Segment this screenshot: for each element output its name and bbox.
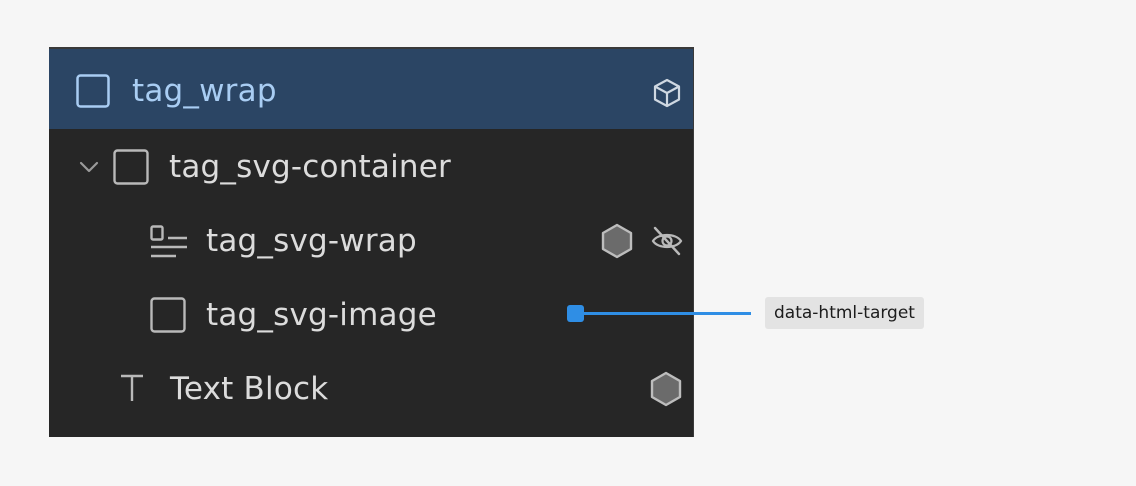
navigator-row-label: tag_svg-container [169, 149, 451, 185]
annotation-anchor-dot [567, 305, 584, 322]
navigator-row-tag-wrap[interactable]: tag_wrap [49, 49, 693, 129]
navigator-row-label: tag_svg-wrap [206, 223, 417, 259]
box-outline-icon [76, 74, 110, 108]
box-outline-icon [150, 297, 186, 333]
navigator-row-tag-svg-container[interactable]: tag_svg-container [49, 129, 693, 203]
box-outline-icon [113, 149, 149, 185]
component-cube-icon[interactable] [651, 77, 683, 109]
hexagon-filled-icon[interactable] [649, 371, 683, 407]
eye-off-icon[interactable] [650, 225, 684, 257]
navigator-row-tag-svg-wrap[interactable]: tag_svg-wrap [49, 203, 693, 277]
align-left-lines-icon [150, 225, 187, 258]
navigator-row-label: Text Block [170, 371, 329, 407]
chevron-down-icon[interactable] [79, 160, 99, 174]
navigator-row-label: tag_svg-image [206, 297, 437, 333]
hexagon-filled-icon[interactable] [600, 223, 634, 259]
text-t-icon [121, 374, 143, 401]
navigator-panel: tag_wrap tag_svg-container tag_svg-wrap [49, 47, 694, 437]
annotation-label: data-html-target [765, 297, 924, 329]
navigator-row-label: tag_wrap [132, 73, 277, 109]
navigator-row-text-block[interactable]: Text Block [49, 351, 693, 425]
annotation-connector-line [576, 312, 751, 315]
